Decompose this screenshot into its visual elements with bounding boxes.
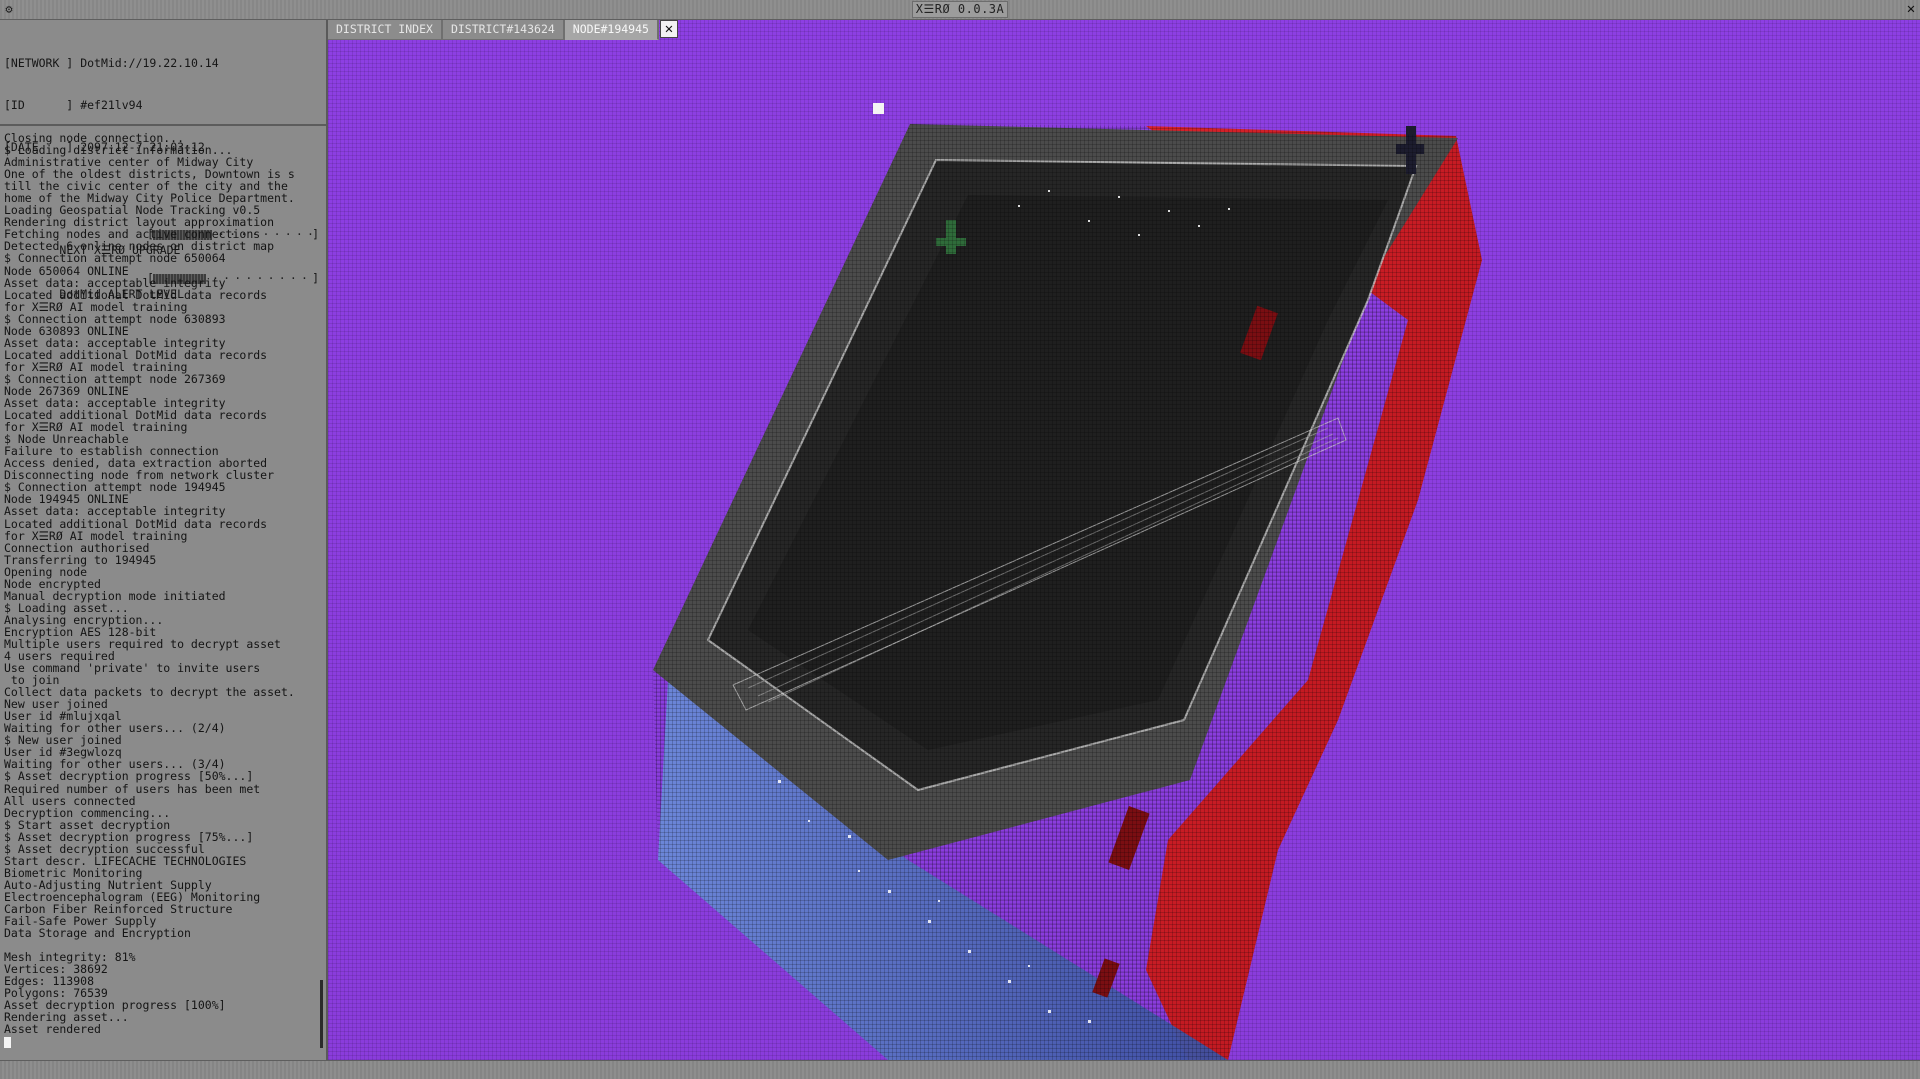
tab-bar: DISTRICT INDEX DISTRICT#143624 NODE#1949…	[328, 20, 678, 40]
log-line: Node encrypted	[4, 576, 101, 591]
status-bar	[0, 1060, 1920, 1079]
log-line: $ Connection attempt node 650064	[4, 251, 226, 266]
marker-square	[873, 103, 884, 114]
window-title: X☰RØ 0.0.3A	[912, 1, 1008, 18]
id-row: [ID ] #ef21lv94	[4, 98, 322, 112]
log-line: Node 630893 ONLINE	[4, 323, 129, 338]
log-line: for X☰RØ AI model training	[4, 299, 188, 314]
tab-district-index[interactable]: DISTRICT INDEX	[328, 20, 443, 40]
log-line: Connection authorised	[4, 540, 150, 555]
log-line: Located additional DotMid data records	[4, 287, 268, 302]
pixel-overlay	[653, 124, 1482, 1060]
log-line: Decryption commencing...	[4, 805, 171, 820]
network-row: [NETWORK ] DotMid://19.22.10.14	[4, 56, 322, 70]
terminal-panel: [NETWORK ] DotMid://19.22.10.14 [ID ] #e…	[0, 20, 328, 1060]
log-line: Required number of users has been met	[4, 781, 261, 796]
log-scrollbar[interactable]	[320, 980, 323, 1048]
log-line: for X☰RØ AI model training	[4, 528, 188, 543]
network-label: [NETWORK ]	[4, 56, 74, 70]
log-line: Opening node	[4, 564, 88, 579]
terminal-log[interactable]: Closing node connection... $ Loading dist…	[4, 132, 316, 1048]
log-line: $ Start asset decryption	[4, 817, 171, 832]
terminal-cursor	[4, 1036, 11, 1048]
log-line: $ Connection attempt node 630893	[4, 311, 226, 326]
rendered-asset[interactable]	[328, 20, 1920, 1060]
log-line: Transferring to 194945	[4, 552, 157, 567]
log-line: All users connected	[4, 793, 136, 808]
log-line: Node 650064 ONLINE	[4, 263, 129, 278]
tab-district-143624[interactable]: DISTRICT#143624	[442, 20, 565, 40]
log-line: Located additional DotMid data records	[4, 516, 268, 531]
log-line: Asset data: acceptable integrity	[4, 504, 226, 519]
id-label: [ID ]	[4, 98, 74, 112]
network-value: DotMid://19.22.10.14	[80, 56, 219, 70]
close-icon[interactable]: ✕	[1902, 0, 1920, 19]
log-line: $ Asset decryption progress [50%...]	[4, 769, 254, 784]
log-line: Asset data: acceptable integrity	[4, 275, 226, 290]
gear-icon[interactable]: ⚙	[0, 0, 18, 19]
close-icon[interactable]: ✕	[659, 20, 678, 38]
title-bar: ⚙ X☰RØ 0.0.3A ✕	[0, 0, 1920, 20]
log-line: Data Storage and Encryption	[4, 926, 191, 941]
asset-viewport[interactable]: DISTRICT INDEX DISTRICT#143624 NODE#1949…	[328, 20, 1920, 1060]
panel-divider	[0, 124, 326, 126]
log-line: Asset rendered	[4, 1022, 101, 1037]
id-value: #ef21lv94	[80, 98, 143, 112]
app-window: ⚙ X☰RØ 0.0.3A ✕ [NETWORK ] DotMid://19.2…	[0, 0, 1920, 1079]
log-line: $ Asset decryption successful	[4, 841, 205, 856]
log-line: $ Asset decryption progress [75%...]	[4, 829, 254, 844]
tab-node-194945[interactable]: NODE#194945	[564, 20, 659, 40]
